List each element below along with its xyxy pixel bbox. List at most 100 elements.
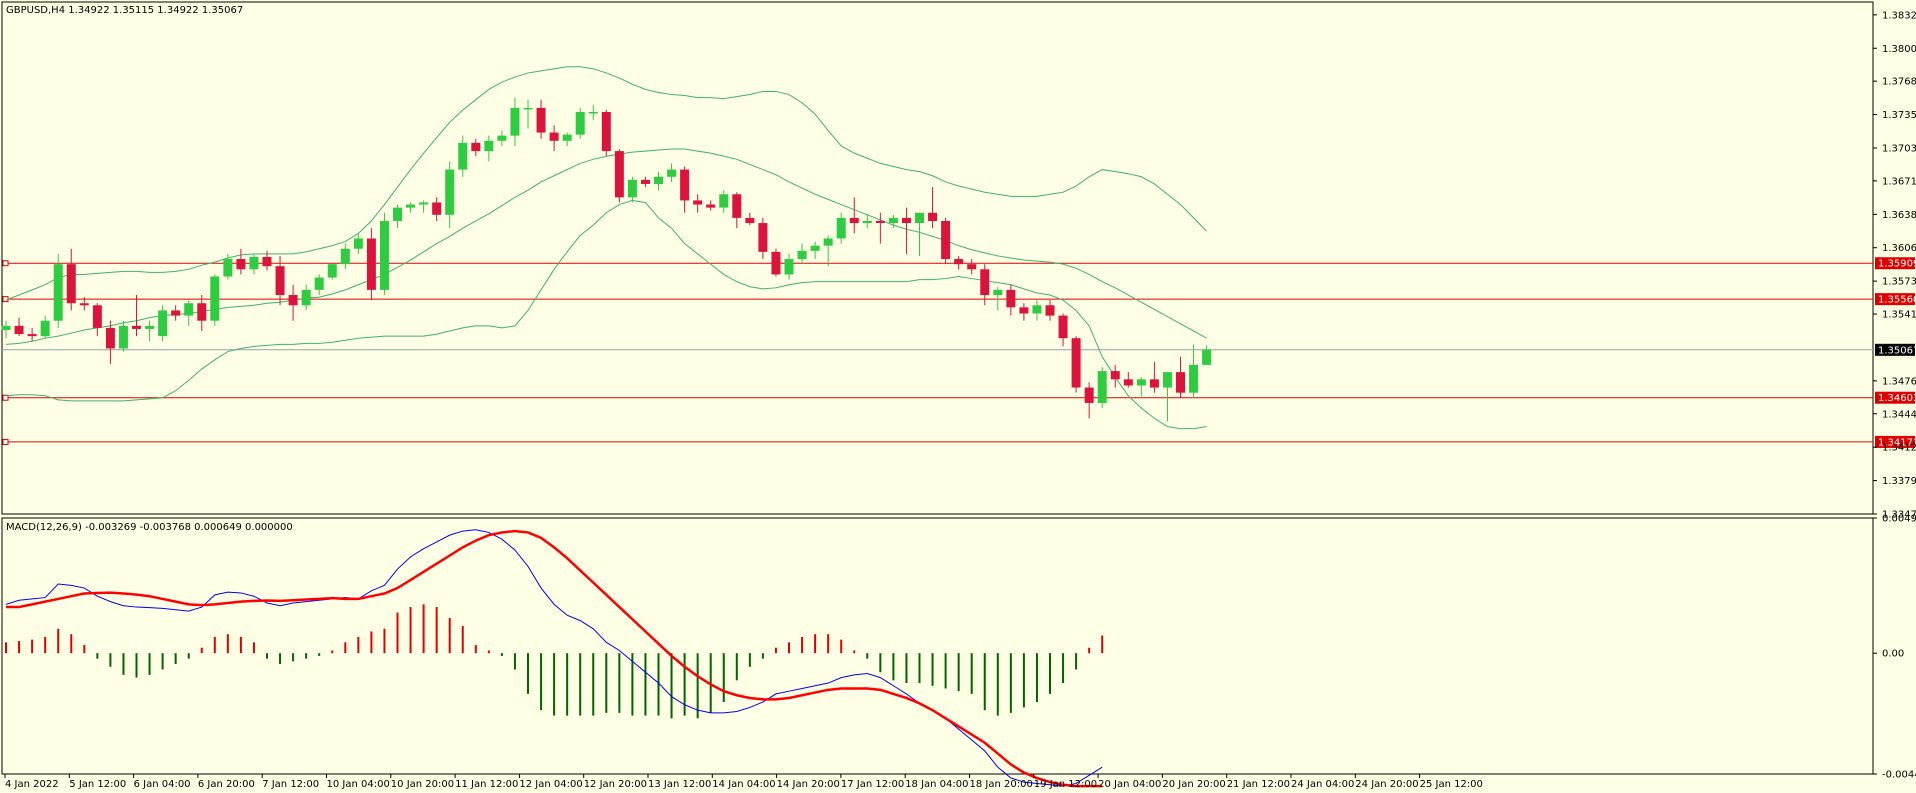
- candle-bear: [1176, 372, 1185, 393]
- candle-bear: [941, 220, 951, 260]
- candle-bear: [105, 327, 115, 349]
- time-tick-label: 12 Jan 04:00: [519, 779, 582, 790]
- macd-tick-label: 0.00: [1882, 649, 1904, 660]
- price-tick-label: 1.34120: [1882, 443, 1916, 454]
- candle-bull: [1136, 379, 1146, 386]
- candle-bull: [784, 259, 794, 275]
- time-tick-label: 13 Jan 12:00: [648, 779, 711, 790]
- candle-bear: [1149, 379, 1159, 388]
- candle-bull: [862, 220, 872, 224]
- candle-bull: [1032, 305, 1042, 314]
- candle-bull: [249, 256, 259, 270]
- price-tick-label: 1.37355: [1882, 110, 1916, 121]
- candle-bull: [523, 107, 533, 110]
- candle-bear: [1110, 371, 1120, 380]
- level-price-label: 1.35909: [1878, 259, 1916, 270]
- candle-bull: [1, 325, 11, 330]
- time-tick-label: 18 Jan 20:00: [970, 779, 1033, 790]
- trading-chart[interactable]: 1.359091.355601.346011.341711.35067 1.38…: [0, 0, 1916, 793]
- time-tick-label: 6 Jan 20:00: [198, 779, 255, 790]
- time-tick-label: 25 Jan 12:00: [1420, 779, 1483, 790]
- candle-bull: [719, 194, 729, 208]
- candle-bear: [92, 305, 102, 328]
- price-tick-label: 1.36385: [1882, 210, 1916, 221]
- candle-bear: [758, 223, 768, 252]
- time-tick-label: 5 Jan 12:00: [69, 779, 126, 790]
- candle-bear: [732, 194, 742, 218]
- candle-bull: [510, 107, 520, 136]
- price-panel-title: GBPUSD,H4 1.34922 1.35115 1.34922 1.3506…: [6, 5, 243, 16]
- candle-bull: [915, 212, 924, 224]
- candle-bull: [145, 325, 155, 329]
- price-tick-label: 1.37030: [1882, 143, 1916, 154]
- candle-bear: [1019, 307, 1029, 314]
- candle-bear: [171, 310, 181, 316]
- candle-bull: [667, 169, 677, 177]
- candle-bear: [601, 112, 611, 152]
- candle-bull: [327, 264, 337, 278]
- price-tick-label: 1.33795: [1882, 476, 1916, 487]
- candle-bear: [745, 217, 755, 224]
- candle-bear: [236, 259, 246, 270]
- candle-bear: [1006, 289, 1016, 308]
- candle-bull: [223, 259, 233, 277]
- time-tick-label: 11 Jan 12:00: [455, 779, 518, 790]
- time-tick-label: 14 Jan 20:00: [777, 779, 840, 790]
- time-tick-label: 20 Jan 20:00: [1162, 779, 1225, 790]
- time-tick-label: 21 Jan 12:00: [1227, 779, 1290, 790]
- candle-bull: [810, 245, 820, 251]
- candle-bull: [419, 202, 429, 205]
- candle-bear: [771, 251, 781, 275]
- candle-bull: [1097, 371, 1107, 403]
- candle-bull: [314, 277, 324, 290]
- candle-bull: [562, 134, 572, 141]
- candle-bear: [27, 334, 37, 337]
- candle-bear: [954, 259, 964, 265]
- candle-bull: [393, 207, 402, 221]
- candle-bear: [680, 169, 690, 201]
- candle-bull: [118, 325, 128, 349]
- time-tick-label: 10 Jan 20:00: [391, 779, 454, 790]
- candle-bear: [288, 295, 298, 306]
- candle-bear: [1123, 379, 1133, 386]
- candle-bear: [132, 325, 141, 329]
- candle-bear: [275, 266, 285, 296]
- candle-bear: [875, 220, 885, 224]
- time-tick-label: 4 Jan 2022: [5, 779, 59, 790]
- candle-bull: [836, 217, 846, 239]
- candle-bear: [967, 264, 977, 270]
- candle-bull: [497, 135, 507, 141]
- level-price-label: 1.35560: [1878, 295, 1916, 306]
- candle-bear: [1071, 338, 1081, 388]
- time-tick-label: 24 Jan 20:00: [1355, 779, 1418, 790]
- candle-bear: [640, 179, 650, 184]
- candle-bull: [823, 238, 833, 246]
- candle-bull: [301, 289, 311, 306]
- price-tick-label: 1.38000: [1882, 44, 1916, 55]
- candle-bull: [379, 220, 389, 290]
- time-tick-label: 6 Jan 04:00: [134, 779, 191, 790]
- candle-bear: [262, 256, 272, 267]
- candle-bear: [614, 151, 624, 198]
- candle-bull: [575, 112, 585, 135]
- level-price-label: 1.34601: [1878, 393, 1916, 404]
- candle-bull: [340, 248, 350, 265]
- candle-bear: [14, 325, 24, 335]
- candle-bull: [40, 320, 50, 337]
- candle-bull: [654, 176, 663, 184]
- candle-bear: [901, 217, 911, 224]
- price-tick-label: 1.35415: [1882, 310, 1916, 321]
- candle-bull: [158, 310, 168, 337]
- candle-bear: [980, 269, 990, 296]
- candle-bear: [366, 238, 376, 290]
- candle-bear: [66, 264, 76, 304]
- macd-tick-label: -0.004452: [1882, 770, 1916, 781]
- candle-bear: [1058, 315, 1068, 339]
- candle-bear: [79, 303, 89, 306]
- candle-bull: [184, 303, 194, 316]
- candle-bear: [471, 142, 481, 152]
- candle-bull: [588, 112, 598, 114]
- candle-bear: [536, 107, 546, 133]
- candle-bear: [693, 200, 703, 205]
- current-price-label: 1.35067: [1878, 345, 1916, 356]
